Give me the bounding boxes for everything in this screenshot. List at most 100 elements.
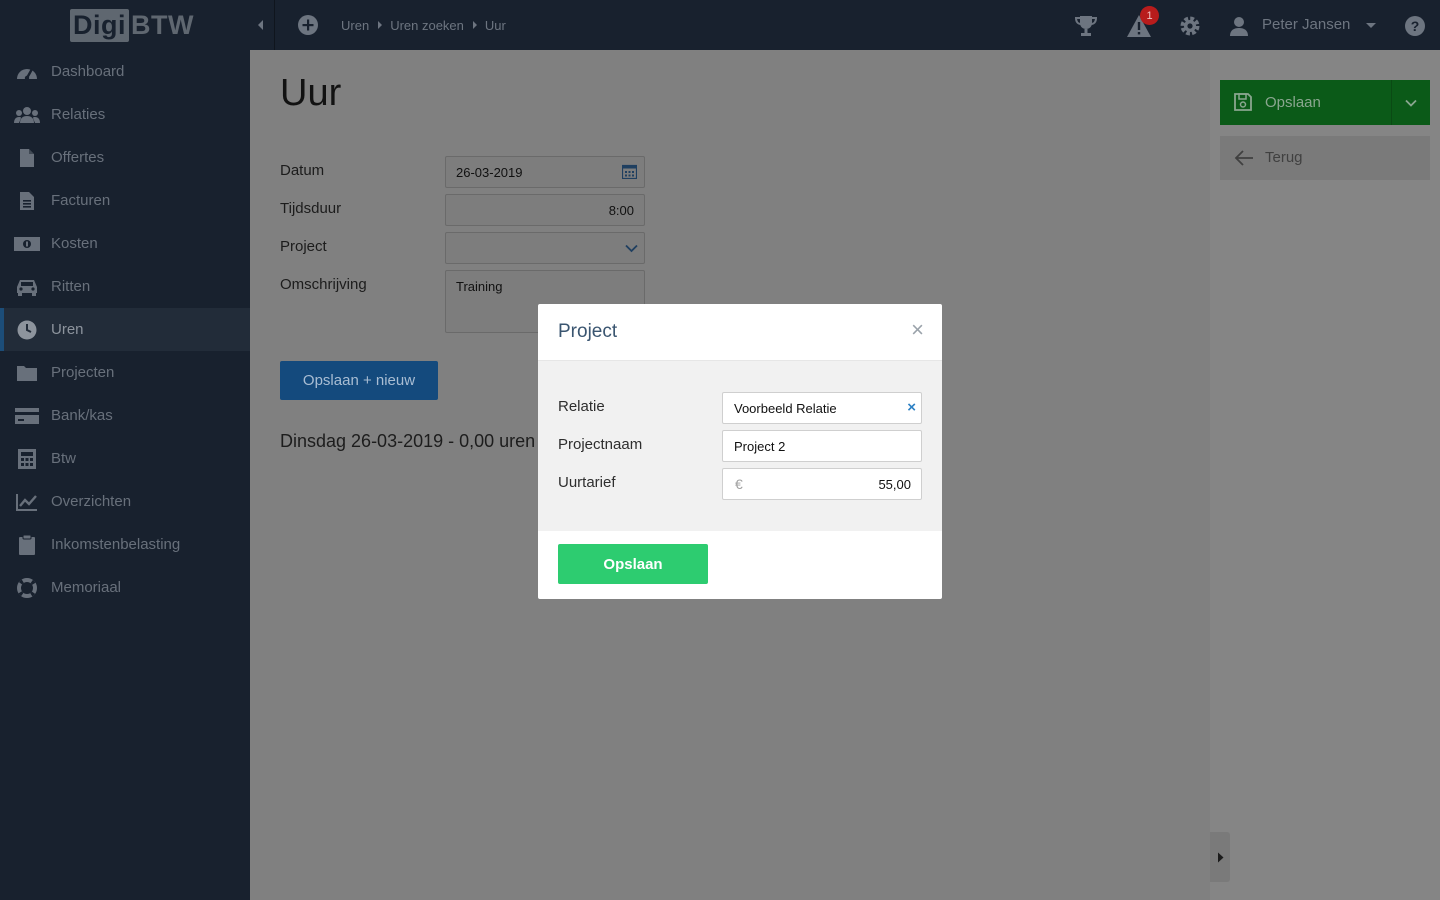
day-summary: Dinsdag 26-03-2019 - 0,00 uren [280,431,536,451]
sidebar-item-label: Ritten [51,278,91,295]
tijdsduur-field[interactable]: 8:00 [445,194,645,226]
sidebar-item-label: Uren [51,321,84,338]
breadcrumb-item-uur: Uur [484,17,506,33]
sidebar-item-label: Projecten [51,364,115,381]
trophy-icon [1074,16,1098,36]
chevron-left-icon [258,20,263,30]
settings-button[interactable] [1177,13,1203,39]
clock-icon [14,319,40,341]
project-select[interactable] [445,232,645,264]
car-icon [14,276,40,298]
sidebar-item-offertes[interactable]: Offertes [0,136,250,179]
top-bar: Digi BTW Uren Uren zoeken Uur 1 Peter Ja… [0,0,1440,50]
breadcrumb-item-uren[interactable]: Uren [341,18,369,33]
gear-icon [1180,16,1200,36]
user-avatar[interactable] [1226,13,1252,39]
sidebar-item-facturen[interactable]: Facturen [0,179,250,222]
projectnaam-field[interactable]: Project 2 [722,430,922,462]
save-new-button[interactable]: Opslaan + nieuw [280,361,438,400]
breadcrumb-separator-icon [472,21,477,29]
file-icon [14,147,40,169]
modal-title: Project [558,321,618,342]
datum-label: Datum [280,162,325,179]
projectnaam-label: Projectnaam [558,436,643,453]
modal-header: Project × [538,304,942,361]
sidebar-item-label: Kosten [51,235,98,252]
svg-text:?: ? [1411,18,1420,34]
notification-badge: 1 [1140,6,1159,25]
sidebar-item-kosten[interactable]: Kosten [0,222,250,265]
logo-digi: Digi [70,8,129,42]
sidebar-collapse-button[interactable] [249,0,273,50]
sidebar-item-label: Facturen [51,192,111,209]
sidebar-item-overzichten[interactable]: Overzichten [0,480,250,523]
relatie-label: Relatie [558,398,605,415]
invoice-icon [14,190,40,212]
user-name[interactable]: Peter Jansen [1262,0,1350,50]
trophy-button[interactable] [1073,13,1099,39]
sidebar-item-label: Inkomstenbelasting [51,536,181,553]
life-ring-icon [14,577,40,599]
chart-icon [14,491,40,513]
datum-field[interactable]: 26-03-2019 [445,156,645,188]
breadcrumb-separator-icon [378,21,383,29]
sidebar-item-label: Btw [51,450,77,467]
arrow-left-icon [1234,150,1253,166]
uurtarief-field[interactable]: € 55,00 [722,468,922,500]
credit-card-icon [14,405,40,427]
breadcrumb-item-uren-zoeken[interactable]: Uren zoeken [390,18,464,33]
uurtarief-label: Uurtarief [558,474,616,491]
sidebar-item-label: Bank/kas [51,407,113,424]
dashboard-icon [14,61,40,83]
sidebar-item-memoriaal[interactable]: Memoriaal [0,566,250,609]
sidebar-item-uren[interactable]: Uren [0,308,250,351]
chevron-down-icon[interactable] [1366,23,1376,28]
chevron-down-icon [1405,99,1417,107]
back-button-label: Terug [1265,149,1303,166]
sidebar: Dashboard Relaties Offertes Facturen Kos… [0,50,250,900]
sidebar-item-label: Relaties [51,106,106,123]
chevron-down-icon [625,244,638,253]
sidebar-item-dashboard[interactable]: Dashboard [0,50,250,93]
floppy-disk-icon [1234,93,1252,111]
chevron-right-icon [1217,852,1223,862]
modal-save-button[interactable]: Opslaan [558,544,708,584]
add-button[interactable] [298,15,318,35]
folder-icon [14,362,40,384]
sidebar-item-label: Offertes [51,149,105,166]
panel-toggle-button[interactable] [1210,832,1230,882]
users-icon [14,104,40,126]
relatie-value: Voorbeeld Relatie [734,401,837,416]
plus-circle-icon [298,15,318,35]
sidebar-item-label: Dashboard [51,63,125,80]
sidebar-item-btw[interactable]: Btw [0,437,250,480]
datum-value: 26-03-2019 [456,165,523,180]
sidebar-item-projecten[interactable]: Projecten [0,351,250,394]
sidebar-item-ritten[interactable]: Ritten [0,265,250,308]
help-button[interactable]: ? [1402,13,1428,39]
user-icon [1230,17,1248,36]
calculator-icon [14,448,40,470]
save-options-button[interactable] [1391,80,1430,125]
uurtarief-value: 55,00 [878,477,911,492]
money-icon [14,233,40,255]
close-icon[interactable]: × [911,319,924,341]
clear-icon[interactable]: × [907,400,916,415]
app-logo[interactable]: Digi BTW [70,8,194,42]
omschrijving-label: Omschrijving [280,276,367,293]
tijdsduur-label: Tijdsduur [280,200,342,217]
omschrijving-value: Training [456,279,503,294]
save-button[interactable]: Opslaan [1220,80,1391,125]
tijdsduur-value: 8:00 [608,203,634,218]
calendar-icon[interactable] [622,164,637,179]
right-panel: Opslaan Terug [1210,50,1440,900]
topbar-divider [274,0,275,50]
sidebar-item-inkomstenbelasting[interactable]: Inkomstenbelasting [0,523,250,566]
clipboard-icon [14,534,40,556]
sidebar-item-bank-kas[interactable]: Bank/kas [0,394,250,437]
relatie-field[interactable]: Voorbeeld Relatie × [722,392,922,424]
sidebar-item-relaties[interactable]: Relaties [0,93,250,136]
save-button-label: Opslaan [1265,94,1321,111]
back-button[interactable]: Terug [1220,136,1430,180]
page-title: Uur [280,72,342,114]
